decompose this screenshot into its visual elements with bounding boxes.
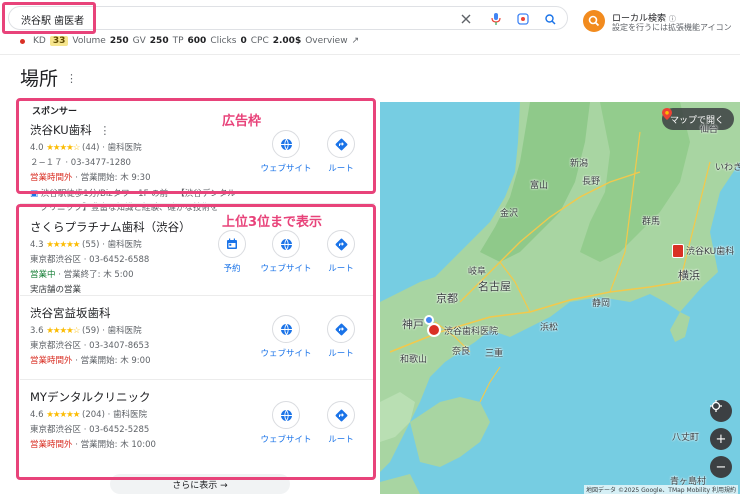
map-attribution[interactable]: 地図データ ©2025 Google、TMap Mobility 利用規約	[584, 485, 738, 494]
building-icon: ▣	[30, 189, 39, 199]
globe-icon	[280, 238, 292, 251]
map-label-mie: 三重	[485, 349, 504, 359]
map-pin-label-tokyo: 渋谷KU歯科	[686, 247, 735, 257]
map-label-shizuoka: 静岡	[592, 299, 611, 309]
website-button[interactable]: ウェブサイト	[256, 230, 316, 274]
globe-icon	[280, 323, 292, 336]
more-options-icon[interactable]: ⋮	[99, 124, 110, 137]
open-map-button[interactable]: マップで開く	[661, 108, 734, 130]
section-title: 場所	[20, 68, 59, 90]
divider	[20, 203, 375, 204]
route-button[interactable]: ルート	[311, 315, 371, 359]
gv-label: GV	[132, 36, 146, 46]
ad-map-pin-icon[interactable]	[672, 244, 684, 258]
map-label-wakayama: 和歌山	[400, 355, 428, 365]
plus-icon: +	[715, 431, 727, 447]
star-rating-icon: ★★★★★	[46, 410, 80, 420]
lens-icon[interactable]	[516, 12, 530, 26]
search-input[interactable]	[21, 11, 421, 27]
microphone-icon[interactable]	[489, 12, 503, 26]
divider	[20, 295, 375, 296]
map-pin-icon	[661, 108, 672, 120]
globe-icon	[280, 409, 292, 422]
tp-label: TP	[172, 36, 184, 46]
ad-annotation-label: 広告枠	[222, 114, 262, 129]
map-label-kanazawa: 金沢	[500, 209, 519, 219]
map-label-hachijo: 八丈町	[672, 433, 700, 443]
search-icon[interactable]	[543, 12, 557, 26]
cpc-value: 2.00$	[272, 36, 302, 46]
status-dot-icon	[20, 38, 25, 44]
map-label-sendai: 仙台	[700, 125, 719, 135]
search-icon	[588, 15, 600, 27]
clicks-value: 0	[240, 36, 247, 46]
divider	[20, 379, 375, 380]
map-label-nara: 奈良	[452, 347, 471, 357]
map-label-niigata: 新潟	[570, 159, 589, 169]
clear-icon[interactable]	[459, 12, 473, 26]
star-rating-icon: ★★★★★	[46, 240, 80, 250]
map-label-toyama: 富山	[530, 181, 549, 191]
route-button[interactable]: ルート	[311, 230, 371, 274]
reserve-button[interactable]: 予約	[202, 230, 262, 274]
result-map-pin-icon[interactable]	[427, 323, 441, 337]
kd-label: KD	[33, 36, 46, 46]
local-search-subtitle: 設定を行うには拡張機能アイコン	[612, 23, 732, 32]
map-label-gunma: 群馬	[642, 217, 661, 227]
directions-icon	[335, 138, 347, 150]
star-rating-icon: ★★★★☆	[46, 143, 80, 153]
volume-value: 250	[109, 36, 129, 46]
overview-link[interactable]: Overview	[305, 36, 347, 46]
map-label-yokohama: 横浜	[678, 269, 700, 282]
zoom-out-button[interactable]: −	[710, 456, 732, 478]
top3-annotation-label: 上位3位まで表示	[222, 215, 323, 230]
my-location-dot-icon	[424, 315, 434, 325]
more-options-icon[interactable]: ⋮	[66, 72, 77, 85]
directions-icon	[335, 238, 347, 250]
route-button[interactable]: ルート	[311, 130, 371, 174]
minus-icon: −	[715, 459, 727, 475]
map-label-hamamatsu: 浜松	[540, 323, 559, 333]
volume-label: Volume	[72, 36, 106, 46]
cpc-label: CPC	[250, 36, 269, 46]
zoom-in-button[interactable]: +	[710, 428, 732, 450]
map-label-nagano: 長野	[582, 177, 601, 187]
local-search-button[interactable]	[583, 10, 605, 32]
kd-value: 33	[49, 36, 69, 46]
top-bar: KD 33 Volume250 GV250 TP600 Clicks0 CPC2…	[0, 0, 740, 55]
seo-metrics-bar: KD 33 Volume 250 GV 250 TP 600 Clicks 0 CPC 2…	[20, 35, 359, 47]
search-box[interactable]	[8, 6, 568, 30]
my-location-button[interactable]	[710, 400, 732, 422]
website-button[interactable]: ウェブサイト	[256, 315, 316, 359]
globe-icon	[280, 138, 292, 151]
ad-description: ▣ 渋谷駅徒歩1分/Bizタワー1F の前 · 【渋谷デンタル	[30, 189, 236, 199]
map-label-kobe: 神戸	[402, 318, 424, 331]
directions-icon	[335, 323, 347, 335]
map-label-iwaki: いわき	[715, 163, 740, 173]
star-rating-icon: ★★★★☆	[46, 326, 80, 336]
show-more-button[interactable]: さらに表示 →	[110, 474, 290, 494]
map-pin-label-osaka: 渋谷歯科医院	[444, 327, 499, 337]
tp-value: 600	[187, 36, 207, 46]
map-label-nagoya: 名古屋	[478, 280, 511, 293]
sponsor-label: スポンサー	[32, 107, 78, 117]
map-view[interactable]: マップで開く いわき 仙台 新潟 富山 長野 金沢 群馬 岐阜 名古屋 京都 神…	[380, 102, 740, 494]
directions-icon	[335, 409, 347, 421]
website-button[interactable]: ウェブサイト	[256, 401, 316, 445]
service-row: 実店舗の営業	[30, 285, 82, 295]
external-link-icon[interactable]: ↗	[352, 36, 360, 46]
website-button[interactable]: ウェブサイト	[256, 130, 316, 174]
map-label-gifu: 岐阜	[468, 267, 487, 277]
map-label-kyoto: 京都	[436, 292, 458, 305]
crosshair-icon	[710, 400, 722, 412]
gv-value: 250	[149, 36, 169, 46]
clicks-label: Clicks	[210, 36, 237, 46]
route-button[interactable]: ルート	[311, 401, 371, 445]
calendar-icon	[227, 238, 237, 249]
